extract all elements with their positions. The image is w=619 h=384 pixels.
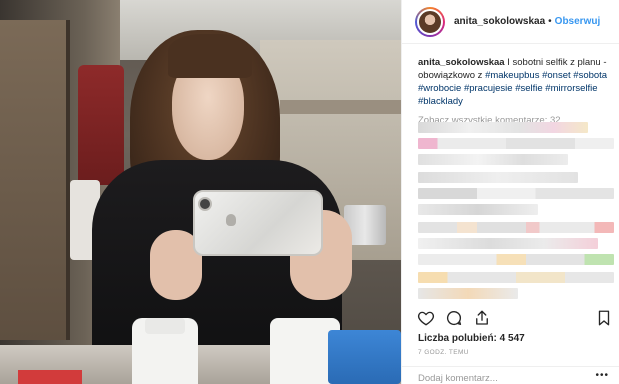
- header-username[interactable]: anita_sokolowskaa: [454, 16, 545, 27]
- share-button[interactable]: [472, 308, 492, 328]
- add-comment-input[interactable]: [418, 373, 588, 384]
- photo-phone: [193, 190, 323, 256]
- more-options-icon[interactable]: •••: [595, 370, 609, 381]
- blurred-comment: [418, 288, 518, 299]
- blurred-comment: [418, 188, 614, 199]
- blurred-comment: [418, 154, 568, 165]
- heart-icon: [417, 311, 435, 326]
- photo-red-box: [18, 370, 82, 384]
- post-caption: anita_sokolowskaa I sobotni selfik z pla…: [418, 56, 614, 108]
- hashtag[interactable]: #blacklady: [418, 96, 463, 107]
- comment-button[interactable]: [444, 308, 464, 328]
- photo-bangs: [168, 34, 252, 78]
- blurred-comment: [418, 172, 578, 183]
- photo-phone-logo: [226, 214, 236, 226]
- blurred-comment: [418, 238, 598, 249]
- header-separator: •: [548, 16, 552, 27]
- share-icon: [476, 310, 488, 325]
- post-actions: [416, 308, 612, 330]
- follow-button[interactable]: Obserwuj: [555, 16, 601, 27]
- hashtag[interactable]: #selfie: [515, 83, 542, 94]
- likes-count[interactable]: Liczba polubień: 4 547: [418, 333, 525, 344]
- post-photo[interactable]: [0, 0, 401, 384]
- blurred-comment: [418, 222, 614, 233]
- blurred-comment: [418, 122, 588, 133]
- blurred-comment: [418, 204, 538, 215]
- post-header: anita_sokolowskaa • Obserwuj: [402, 0, 619, 44]
- like-button[interactable]: [416, 308, 436, 328]
- blurred-comment: [418, 138, 614, 149]
- photo-blue-box: [328, 330, 401, 384]
- avatar[interactable]: [415, 6, 445, 37]
- photo-door: [0, 20, 70, 340]
- blurred-comments: [418, 122, 614, 300]
- hashtag[interactable]: #onset: [542, 70, 571, 81]
- blurred-comment: [418, 254, 614, 265]
- photo-phone-camera: [198, 197, 212, 211]
- photo-red-jacket: [78, 65, 124, 185]
- hashtag[interactable]: #pracujesie: [464, 83, 513, 94]
- comments-area: anita_sokolowskaa I sobotni selfik z pla…: [418, 56, 614, 126]
- hashtag[interactable]: #makeupbus: [485, 70, 539, 81]
- save-button[interactable]: [594, 308, 614, 328]
- avatar-image: [417, 8, 443, 35]
- hashtag[interactable]: #mirrorselfie: [545, 83, 597, 94]
- hashtag[interactable]: #sobota: [573, 70, 607, 81]
- photo-bottle-cap: [145, 318, 185, 334]
- caption-username[interactable]: anita_sokolowskaa: [418, 57, 505, 68]
- hashtag[interactable]: #wrobocie: [418, 83, 461, 94]
- post-timestamp[interactable]: 7 GODZ. TEMU: [418, 349, 469, 356]
- comment-icon: [446, 310, 462, 326]
- photo-shelf: [280, 100, 401, 114]
- post-sidebar: anita_sokolowskaa • Obserwuj anita_sokol…: [401, 0, 619, 384]
- blurred-comment: [418, 272, 614, 283]
- bookmark-icon: [598, 310, 610, 326]
- add-comment-bar: [402, 366, 619, 384]
